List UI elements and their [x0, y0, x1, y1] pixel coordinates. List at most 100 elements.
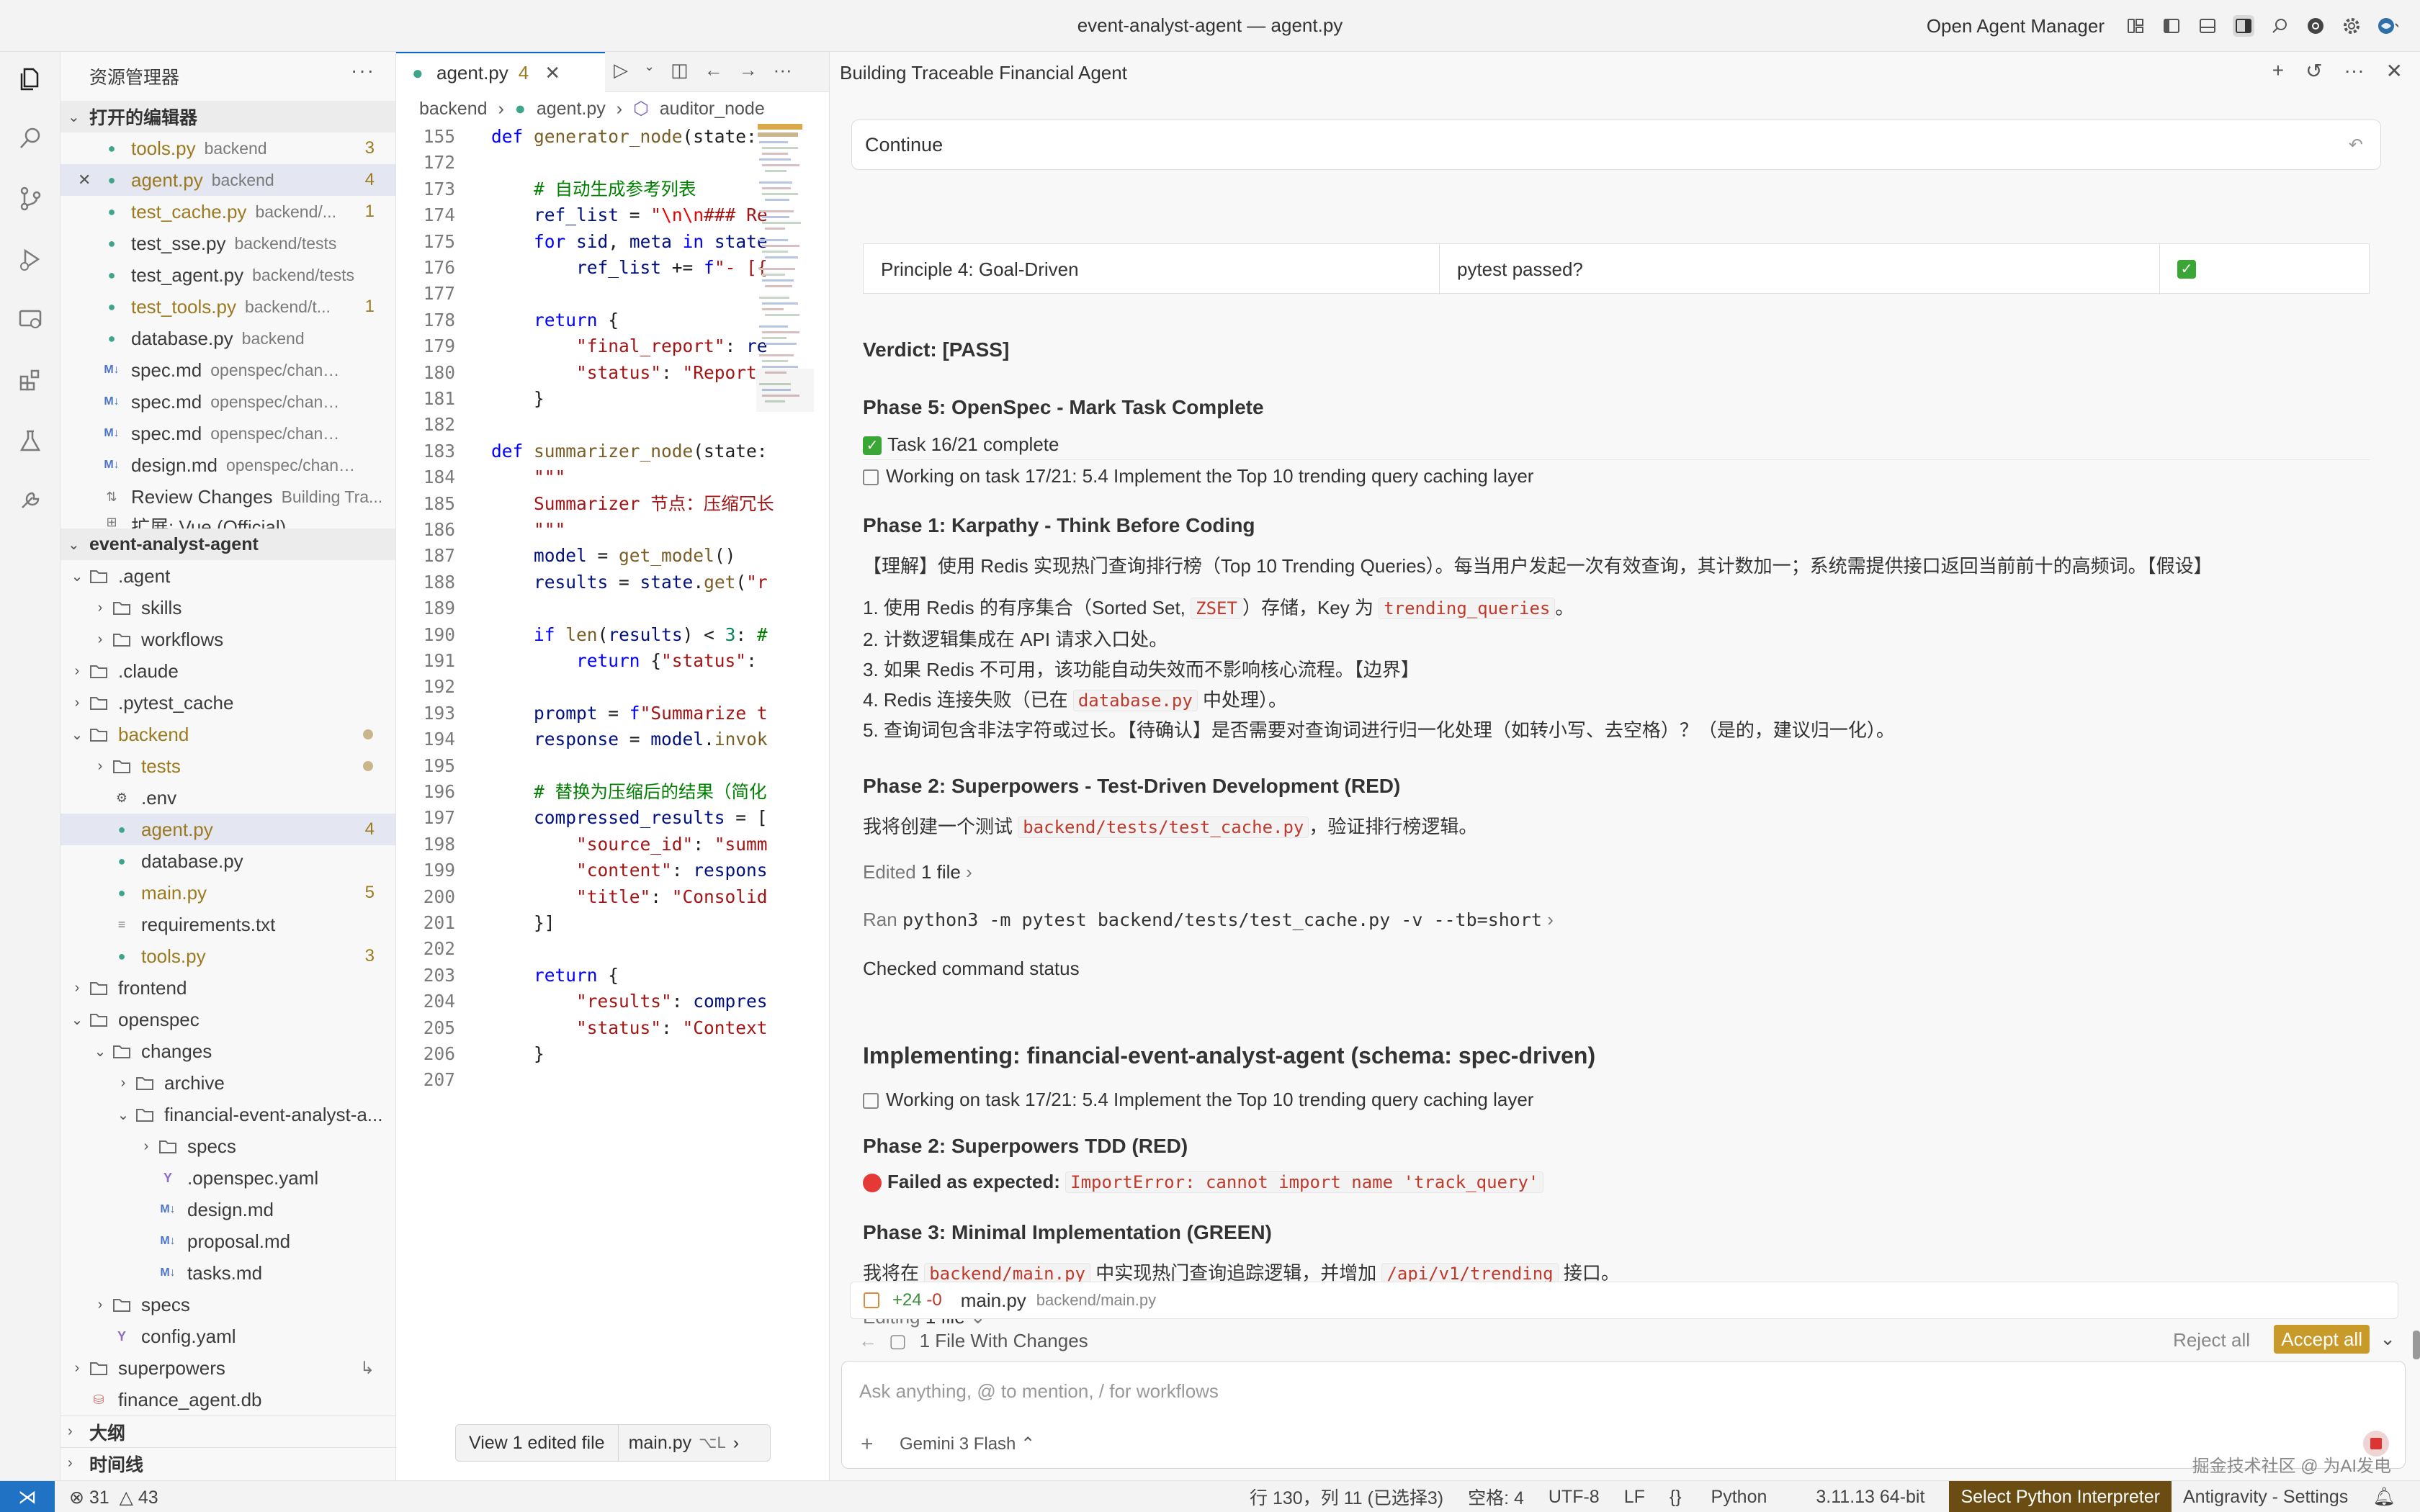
code-line[interactable]: 190 if len(results) < 3: #: [396, 622, 768, 648]
open-editor-item[interactable]: M↓ spec.md openspec/changes/f...: [60, 354, 395, 386]
tree-item[interactable]: ⌄ changes: [60, 1035, 395, 1067]
code-line[interactable]: 178 return {: [396, 307, 756, 333]
timeline-section[interactable]: › 时间线: [60, 1447, 395, 1479]
undo-icon[interactable]: ↶: [2349, 135, 2363, 156]
add-context-icon[interactable]: +: [861, 1432, 874, 1457]
tree-item[interactable]: Yconfig.yaml: [60, 1320, 395, 1352]
open-editor-item[interactable]: ● test_sse.py backend/tests: [60, 228, 395, 259]
go-back-icon[interactable]: ←: [704, 59, 723, 81]
close-panel-icon[interactable]: ✕: [2386, 59, 2403, 83]
encoding[interactable]: UTF-8: [1549, 1487, 1600, 1508]
code-line[interactable]: 192: [396, 674, 756, 700]
tree-item[interactable]: ⚙ .env: [60, 782, 395, 814]
arrow-left-icon[interactable]: ←: [859, 1330, 877, 1352]
tree-item[interactable]: › specs: [60, 1289, 395, 1320]
open-agent-manager-button[interactable]: Open Agent Manager: [1927, 15, 2105, 37]
close-tab-icon[interactable]: ✕: [544, 62, 560, 84]
code-line[interactable]: 206 }: [396, 1041, 756, 1067]
code-line[interactable]: 207: [396, 1067, 756, 1093]
problems-indicator[interactable]: ⊗ 31 △ 43: [69, 1487, 158, 1508]
code-line[interactable]: 180 "status": "Report: [396, 360, 757, 386]
edited-file-step[interactable]: Edited 1 file ›: [863, 861, 972, 883]
tree-item[interactable]: ⌄ .agent: [60, 560, 395, 592]
code-line[interactable]: 203 return {: [396, 963, 756, 989]
open-editors-section[interactable]: ⌄ 打开的编辑器: [60, 101, 395, 132]
code-line[interactable]: 174 ref_list = "\n\n### Re: [396, 202, 768, 228]
tree-item[interactable]: M↓ design.md: [60, 1194, 395, 1225]
python-version[interactable]: 3.11.13 64-bit: [1816, 1487, 1924, 1508]
tree-item[interactable]: M↓ proposal.md: [60, 1225, 395, 1257]
tree-item[interactable]: ≡ requirements.txt: [60, 909, 395, 940]
new-conversation-icon[interactable]: +: [2272, 59, 2284, 83]
tree-item[interactable]: › .claude: [60, 655, 395, 687]
code-line[interactable]: 202: [396, 936, 756, 962]
chat-input-box[interactable]: Ask anything, @ to mention, / for workfl…: [841, 1361, 2406, 1469]
tree-item[interactable]: › .pytest_cache: [60, 687, 395, 719]
notifications-bell-icon[interactable]: 🔔︎: [2372, 1487, 2396, 1508]
breadcrumb-item[interactable]: auditor_node: [660, 99, 765, 119]
open-edited-file-button[interactable]: main.py ⌥L ›: [619, 1433, 749, 1454]
code-line[interactable]: 181 }: [396, 386, 756, 412]
open-editor-item[interactable]: ● database.py backend: [60, 323, 395, 354]
source-control-icon[interactable]: [13, 181, 48, 216]
open-editor-item[interactable]: ● test_agent.py backend/tests: [60, 259, 395, 291]
chevron-down-icon[interactable]: ⌄: [644, 59, 655, 81]
open-editor-item[interactable]: ● test_tools.py backend/t... 1: [60, 291, 395, 323]
code-line[interactable]: 187 model = get_model(): [396, 543, 756, 569]
tree-item[interactable]: Y .openspec.yaml: [60, 1162, 395, 1194]
code-line[interactable]: 183 def summarizer_node(state:: [396, 438, 768, 464]
tree-item[interactable]: › superpowers ↳: [60, 1352, 395, 1384]
breadcrumb-item[interactable]: agent.py: [537, 99, 606, 119]
open-editor-item[interactable]: M↓ design.md openspec/change...: [60, 449, 395, 481]
code-line[interactable]: 196 # 替换为压缩后的结果（简化: [396, 779, 767, 805]
open-editor-item[interactable]: ● test_cache.py backend/... 1: [60, 196, 395, 228]
reject-all-button[interactable]: Reject all: [2173, 1329, 2250, 1351]
cursor-position[interactable]: 行 130，列 11 (已选择3): [1250, 1484, 1443, 1510]
run-debug-icon[interactable]: [13, 242, 48, 276]
open-editor-item[interactable]: M↓ spec.md openspec/changes/f...: [60, 386, 395, 418]
extensions-icon[interactable]: [13, 363, 48, 397]
account-avatar-icon[interactable]: [2377, 15, 2398, 37]
testing-flask-icon[interactable]: [13, 423, 48, 458]
workspace-section[interactable]: ⌄ event-analyst-agent: [60, 528, 395, 560]
settings-gear-icon[interactable]: [2341, 15, 2362, 37]
more-actions-icon[interactable]: ···: [2344, 59, 2365, 83]
tree-item[interactable]: ● database.py: [60, 845, 395, 877]
agent-tools-icon[interactable]: [13, 484, 48, 518]
search-view-icon[interactable]: [13, 121, 48, 156]
open-editor-item[interactable]: ✕ ● agent.py backend 4: [60, 164, 395, 196]
layout-icon[interactable]: [2125, 15, 2146, 37]
continue-button[interactable]: Continue ↶: [851, 120, 2381, 170]
scrollbar-thumb[interactable]: [2413, 1331, 2420, 1359]
split-editor-icon[interactable]: ◫: [671, 59, 689, 81]
remote-indicator-icon[interactable]: ⋊: [0, 1481, 55, 1512]
code-line[interactable]: 193 prompt = f"Summarize t: [396, 701, 768, 726]
code-line[interactable]: 200 "title": "Consolid: [396, 884, 768, 910]
code-line[interactable]: 198 "source_id": "summ: [396, 832, 768, 858]
code-line[interactable]: 155 def generator_node(state:: [396, 124, 757, 150]
more-actions-icon[interactable]: ···: [351, 59, 375, 82]
search-icon[interactable]: [2269, 15, 2290, 37]
indentation[interactable]: 空格: 4: [1468, 1484, 1524, 1510]
code-line[interactable]: 176 ref_list += f"- [{: [396, 255, 768, 281]
ran-command-step[interactable]: Ran python3 -m pytest backend/tests/test…: [863, 909, 1554, 931]
toggle-panel-icon[interactable]: [2197, 15, 2218, 37]
code-line[interactable]: 182: [396, 412, 756, 438]
tree-item[interactable]: › archive: [60, 1067, 395, 1099]
code-line[interactable]: 179 "final_report": re: [396, 333, 768, 359]
line-ending[interactable]: LF: [1624, 1487, 1645, 1508]
code-line[interactable]: 201 }]: [396, 910, 756, 936]
history-icon[interactable]: ↺: [2305, 59, 2322, 83]
go-forward-icon[interactable]: →: [739, 59, 758, 81]
more-actions-icon[interactable]: ···: [774, 59, 792, 81]
code-line[interactable]: 186 """: [396, 517, 756, 543]
view-edited-file-button[interactable]: View 1 edited file: [456, 1425, 619, 1461]
toggle-primary-sidebar-icon[interactable]: [2161, 15, 2182, 37]
explorer-icon[interactable]: [13, 62, 48, 96]
code-line[interactable]: 172: [396, 150, 756, 176]
code-line[interactable]: 177: [396, 281, 756, 307]
code-line[interactable]: 195: [396, 753, 756, 779]
tree-item[interactable]: › skills: [60, 592, 395, 624]
chrome-icon[interactable]: [2305, 15, 2326, 37]
tree-item[interactable]: ● main.py 5: [60, 877, 395, 909]
